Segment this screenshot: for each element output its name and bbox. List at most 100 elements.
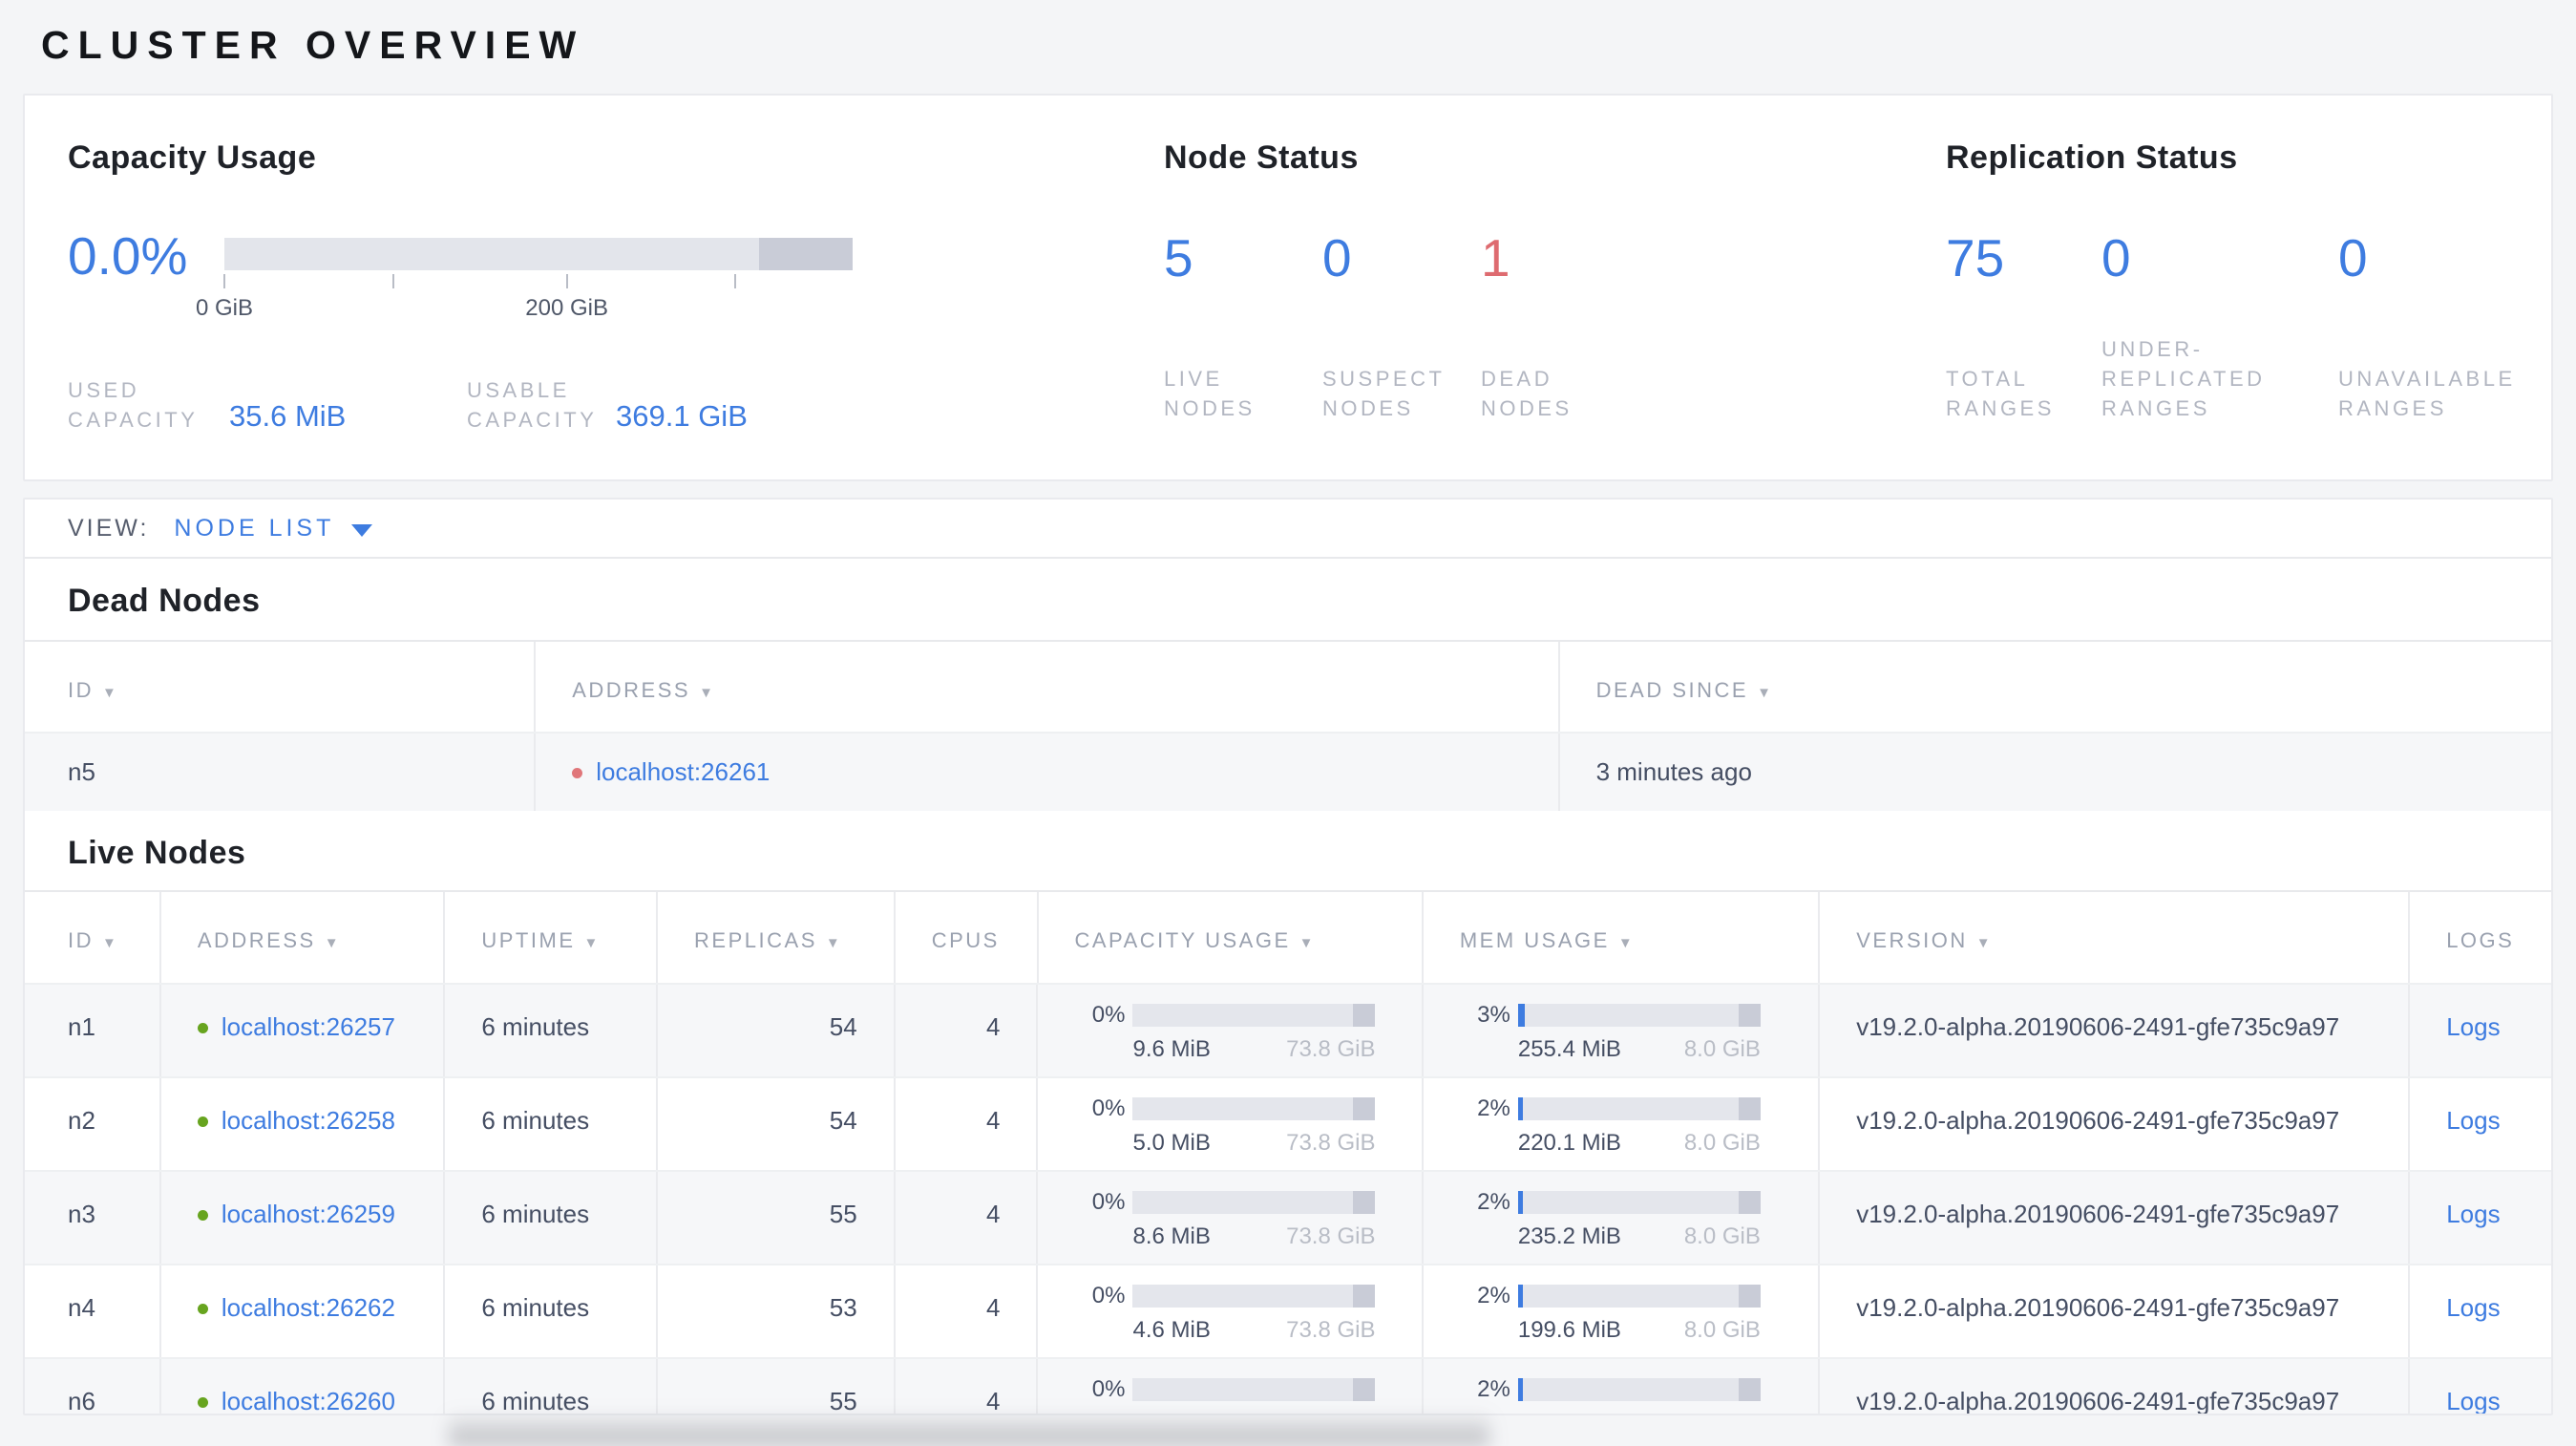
replication-status-heading: Replication Status [1946,139,2238,176]
node-logs-cell: Logs [2410,1359,2551,1414]
memory-usage-cell: 3% 255.4 MiB 8.0 GiB [1424,985,1821,1076]
cluster-overview-page: CLUSTER OVERVIEW Capacity Usage 0.0% 0 G… [0,0,2576,1446]
memory-total-value: 8.0 GiB [1683,1036,1761,1062]
node-address-link[interactable]: localhost:26262 [222,1293,395,1322]
col-header-label: CPUS [931,928,1000,952]
node-status-stat: 5 LIVE NODES [1164,232,1322,423]
node-logs-link[interactable]: Logs [2446,1387,2500,1414]
memory-usage-bar-fill [1517,1097,1523,1120]
node-logs-link[interactable]: Logs [2446,1106,2500,1135]
col-header-dead-since[interactable]: DEAD SINCE ▼ [1560,642,2551,732]
label-line: RANGES [2101,396,2210,420]
live-nodes-table: ID ▼ ADDRESS ▼ UPTIME ▼ REPLICAS ▼ CPUS CAPACITY … [25,890,2551,1414]
col-header-uptime[interactable]: UPTIME ▼ [445,892,659,983]
memory-used-value: 199.6 MiB [1517,1317,1621,1343]
capacity-total-value: 73.8 GiB [1286,1130,1376,1156]
view-selector-dropdown[interactable]: NODE LIST [174,515,373,542]
col-header-id[interactable]: ID ▼ [25,892,161,983]
col-header-replicas[interactable]: REPLICAS ▼ [658,892,896,983]
replication-status-stats: 75 TOTAL RANGES 0 UNDER- REPLICATED RANGES 0 UNA… [1946,232,2551,423]
memory-usage-bar-reserved [1738,1285,1761,1308]
node-logs-link[interactable]: Logs [2446,1200,2500,1228]
node-address-link[interactable]: localhost:26259 [222,1200,395,1228]
node-address-cell: localhost:26259 [161,1172,446,1264]
label-line: NODES [1322,396,1414,420]
label-line: RANGES [2338,396,2447,420]
capacity-total-value: 73.8 GiB [1286,1223,1376,1249]
node-replicas-cell: 54 [658,1078,896,1170]
replication-stat-label: TOTAL RANGES [1946,364,2101,423]
node-address-link[interactable]: localhost:26257 [222,1012,395,1041]
capacity-stat-value: 35.6 MiB [229,399,347,433]
node-address-cell: localhost:26260 [161,1359,446,1414]
memory-used-value: 235.2 MiB [1517,1223,1621,1249]
replication-stat: 0 UNDER- REPLICATED RANGES [2101,232,2338,423]
memory-usage-bar-fill [1517,1378,1523,1401]
memory-used-value: 255.4 MiB [1517,1036,1621,1062]
node-status-stat: 1 DEAD NODES [1481,232,1639,423]
node-replicas-cell: 55 [658,1172,896,1264]
capacity-usage-section: Capacity Usage 0.0% 0 GiB 200 GiB USED CAP… [68,139,1164,479]
col-header-label: CAPACITY USAGE [1074,928,1291,952]
label-line: TOTAL [1946,367,2029,391]
memory-usage-bar [1517,1097,1761,1120]
label-line: SUSPECT [1322,367,1446,391]
live-node-dot-icon [197,1397,208,1408]
col-header-label: REPLICAS [694,928,817,952]
node-logs-link[interactable]: Logs [2446,1012,2500,1041]
axis-tick-label: 0 GiB [195,295,254,321]
dead-nodes-table: ID ▼ ADDRESS ▼ DEAD SINCE ▼ n5 localhost:26261 3… [25,640,2551,811]
node-status-stat-value: 1 [1481,228,1510,287]
dead-node-row: n5 localhost:26261 3 minutes ago [25,732,2551,811]
node-status-stat-value: 5 [1164,228,1193,287]
table-header-row: ID ▼ ADDRESS ▼ DEAD SINCE ▼ [25,642,2551,732]
node-uptime-cell: 6 minutes [445,985,659,1076]
col-header-version[interactable]: VERSION ▼ [1820,892,2411,983]
node-address-link[interactable]: localhost:26258 [222,1106,395,1135]
live-node-row: n3 localhost:26259 6 minutes 55 4 0% 8.6 MiB 73… [25,1170,2551,1264]
node-status-stat-value: 0 [1322,228,1352,287]
sort-arrow-icon: ▼ [1757,685,1771,701]
memory-usage-bar [1517,1378,1761,1401]
node-version-cell: v19.2.0-alpha.20190606-2491-gfe735c9a97 [1820,1078,2411,1170]
dead-since-cell: 3 minutes ago [1595,757,1752,786]
capacity-usage-cell: 0% 8.6 MiB 73.8 GiB [1038,1172,1424,1264]
replication-status-section: Replication Status 75 TOTAL RANGES 0 UNDER- R… [1946,139,2551,479]
node-cpus-cell: 4 [896,1172,1039,1264]
capacity-stat-label: USABLE CAPACITY [467,375,616,435]
sort-arrow-icon: ▼ [1617,935,1633,951]
col-header-address[interactable]: ADDRESS ▼ [161,892,446,983]
sort-arrow-icon: ▼ [825,935,840,951]
memory-total-value: 8.0 GiB [1684,1411,1761,1414]
label-line: USED [68,378,140,402]
capacity-usage-cell: 0% 5.0 MiB 73.8 GiB [1038,1078,1424,1170]
node-version-cell: v19.2.0-alpha.20190606-2491-gfe735c9a97 [1820,985,2411,1076]
label-line: USABLE [467,378,570,402]
node-id-cell: n3 [25,1172,161,1264]
node-uptime-cell: 6 minutes [445,1265,659,1357]
node-logs-cell: Logs [2410,1265,2551,1357]
col-header-address[interactable]: ADDRESS ▼ [536,642,1560,732]
replication-stat-value: 0 [2338,228,2368,287]
memory-total-value: 8.0 GiB [1683,1223,1761,1249]
col-header-id[interactable]: ID ▼ [25,642,537,732]
chevron-down-icon [351,523,373,537]
col-header-label: ADDRESS [572,678,691,702]
col-header-capacity-usage[interactable]: CAPACITY USAGE ▼ [1039,892,1424,983]
memory-usage-percent: 3% [1477,1002,1510,1028]
node-status-heading: Node Status [1164,139,1359,176]
node-uptime-cell: 6 minutes [445,1078,659,1170]
memory-total-value: 8.0 GiB [1683,1317,1761,1343]
col-header-label: ID [68,678,94,702]
node-version-cell: v19.2.0-alpha.20190606-2491-gfe735c9a97 [1820,1359,2411,1414]
capacity-usage-bar [1132,1097,1376,1120]
node-logs-link[interactable]: Logs [2446,1293,2500,1322]
node-address-link[interactable]: localhost:26261 [596,757,770,786]
node-logs-cell: Logs [2410,985,2551,1076]
memory-usage-bar [1517,1004,1761,1027]
col-header-mem-usage[interactable]: MEM USAGE ▼ [1424,892,1821,983]
node-cpus-cell: 4 [896,1359,1039,1414]
memory-usage-bar [1517,1191,1761,1214]
replication-stat-value: 75 [1946,228,2005,287]
node-address-link[interactable]: localhost:26260 [222,1387,395,1414]
